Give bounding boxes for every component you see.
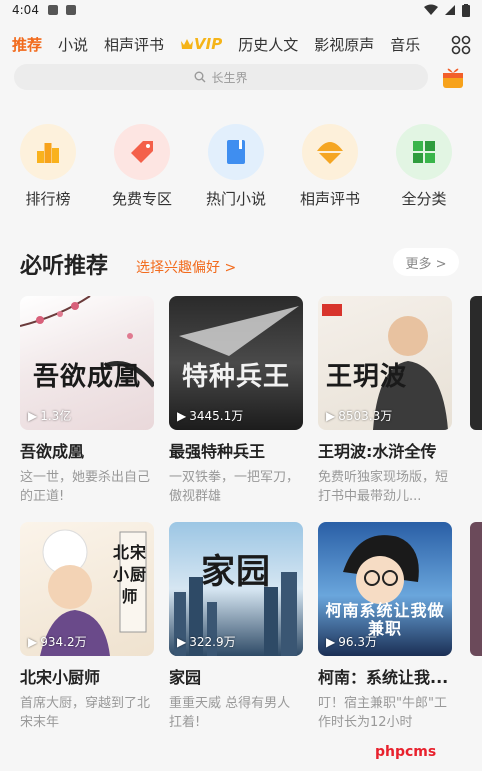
- search-placeholder: 长生界: [211, 70, 248, 85]
- category-hot-novel[interactable]: 热门小说: [190, 124, 282, 209]
- play-count-value: 934.2万: [40, 635, 87, 649]
- book-desc: 免费听独家现场版，短打书中最带劲儿...: [318, 470, 449, 504]
- book-card[interactable]: 特种兵王 ▶ 3445.1万 最强特种兵王 一双铁拳，一把军刀，傲视群雄: [169, 296, 303, 506]
- status-bar: 4:04: [0, 0, 482, 20]
- category-tabs: 推荐 小说 相声评书 VIP 历史人文 影视原声 音乐: [0, 30, 482, 58]
- notification-icon: [65, 5, 76, 15]
- category-crosstalk[interactable]: 相声评书: [284, 124, 376, 209]
- play-count: ▶ 96.3万: [326, 634, 377, 650]
- cover-title: 北宋小厨师: [112, 543, 147, 606]
- cover-title: 家园: [201, 552, 271, 592]
- status-time: 4:04: [12, 3, 39, 17]
- book-cover: 家园 ▶ 322.9万: [169, 522, 303, 656]
- play-count-value: 1.3亿: [40, 409, 72, 423]
- search-bar[interactable]: 长生界: [14, 64, 428, 90]
- tab-novel[interactable]: 小说: [58, 34, 88, 55]
- play-count: ▶ 1.3亿: [28, 408, 72, 424]
- play-count: ▶ 934.2万: [28, 634, 87, 650]
- grid-icon: [413, 141, 435, 163]
- category-all[interactable]: 全分类: [378, 124, 470, 209]
- crosstalk-icon: [317, 142, 343, 164]
- category-hot-novel-bg: [208, 124, 264, 180]
- tab-history[interactable]: 历史人文: [238, 34, 298, 55]
- category-free-bg: [114, 124, 170, 180]
- book-card[interactable]: 吾欲成凰 ▶ 1.3亿 吾欲成凰 这一世，她要杀出自己的正道!: [20, 296, 154, 506]
- book-title: 家园: [169, 668, 202, 687]
- book-title: 王玥波:水浒全传: [318, 442, 437, 461]
- book-title: 柯南：系统让我...: [318, 668, 449, 687]
- book-desc: 重重天威 总得有男人扛着!: [169, 696, 291, 730]
- book-cover: 柯南系统让我做兼职 ▶ 96.3万: [318, 522, 452, 656]
- category-shortcuts: 排行榜 免费专区 热门小说 相声评书 全分类: [0, 124, 482, 209]
- book-desc: 这一世，她要杀出自己的正道!: [20, 470, 151, 504]
- signal-icon: [445, 5, 455, 15]
- category-label: 相声评书: [299, 190, 360, 208]
- book-desc: 叮！宿主兼职"牛郎"工作时长为12小时: [318, 696, 447, 730]
- book-card[interactable]: 北宋小厨师 ▶ 934.2万 北宋小厨师 首席大厨，穿越到了北宋末年: [20, 522, 154, 732]
- book-cover: 特种兵王 ▶ 3445.1万: [169, 296, 303, 430]
- crown-icon: [181, 39, 194, 49]
- watermark: phpcms: [375, 744, 437, 760]
- play-count-value: 3445.1万: [189, 409, 244, 423]
- category-ranking[interactable]: 排行榜: [2, 124, 94, 209]
- play-count-value: 322.9万: [189, 635, 236, 649]
- battery-icon: [462, 3, 470, 17]
- play-count-value: 96.3万: [338, 635, 377, 649]
- tag-icon: [131, 141, 153, 163]
- play-count: ▶ 322.9万: [177, 634, 236, 650]
- cover-title: 特种兵王: [181, 362, 290, 392]
- category-label: 排行榜: [25, 190, 71, 208]
- category-free[interactable]: 免费专区: [96, 124, 188, 209]
- tab-recommend[interactable]: 推荐: [12, 34, 42, 58]
- tab-crosstalk[interactable]: 相声评书: [104, 34, 164, 55]
- play-count-value: 8503.3万: [338, 409, 393, 423]
- book-card[interactable]: 王玥波 ▶ 8503.3万 王玥波:水浒全传 免费听独家现场版，短打书中最带劲儿.…: [318, 296, 452, 506]
- book-card[interactable]: 家园 ▶ 322.9万 家园 重重天威 总得有男人扛着!: [169, 522, 303, 732]
- search-icon: [194, 71, 206, 83]
- cover-title: 吾欲成凰: [32, 362, 141, 392]
- book-title: 最强特种兵王: [169, 442, 266, 461]
- trophy-icon: [37, 143, 59, 163]
- next-card-edge: [470, 296, 482, 430]
- more-button[interactable]: 更多 >: [393, 248, 459, 276]
- cover-title: 王玥波: [326, 362, 408, 392]
- all-tabs-grid-icon[interactable]: [450, 34, 472, 56]
- tab-vip[interactable]: VIP: [180, 35, 222, 53]
- book-cover: 王玥波 ▶ 8503.3万: [318, 296, 452, 430]
- play-count: ▶ 3445.1万: [177, 408, 244, 424]
- category-label: 热门小说: [205, 190, 266, 208]
- book-desc: 首席大厨，穿越到了北宋末年: [20, 696, 151, 730]
- gift-icon[interactable]: [440, 64, 466, 90]
- category-label: 全分类: [401, 190, 447, 208]
- category-all-bg: [396, 124, 452, 180]
- category-label: 免费专区: [111, 190, 172, 208]
- notification-icon: [47, 5, 58, 15]
- interest-preference-link[interactable]: 选择兴趣偏好 >: [136, 257, 236, 277]
- play-count: ▶ 8503.3万: [326, 408, 393, 424]
- book-card[interactable]: 柯南系统让我做兼职 ▶ 96.3万 柯南：系统让我... 叮！宿主兼职"牛郎"工作…: [318, 522, 452, 732]
- book-title: 吾欲成凰: [20, 442, 85, 461]
- wifi-icon: [424, 4, 438, 15]
- category-ranking-bg: [20, 124, 76, 180]
- tab-music[interactable]: 音乐: [390, 34, 420, 55]
- tab-soundtrack[interactable]: 影视原声: [314, 34, 374, 55]
- category-crosstalk-bg: [302, 124, 358, 180]
- book-icon: [227, 140, 245, 164]
- section-title: 必听推荐: [20, 254, 109, 279]
- book-title: 北宋小厨师: [20, 668, 101, 687]
- book-cover: 北宋小厨师 ▶ 934.2万: [20, 522, 154, 656]
- next-card-edge: [470, 522, 482, 656]
- book-cover: 吾欲成凰 ▶ 1.3亿: [20, 296, 154, 430]
- tab-vip-label: VIP: [194, 35, 223, 53]
- book-desc: 一双铁拳，一把军刀，傲视群雄: [169, 470, 300, 504]
